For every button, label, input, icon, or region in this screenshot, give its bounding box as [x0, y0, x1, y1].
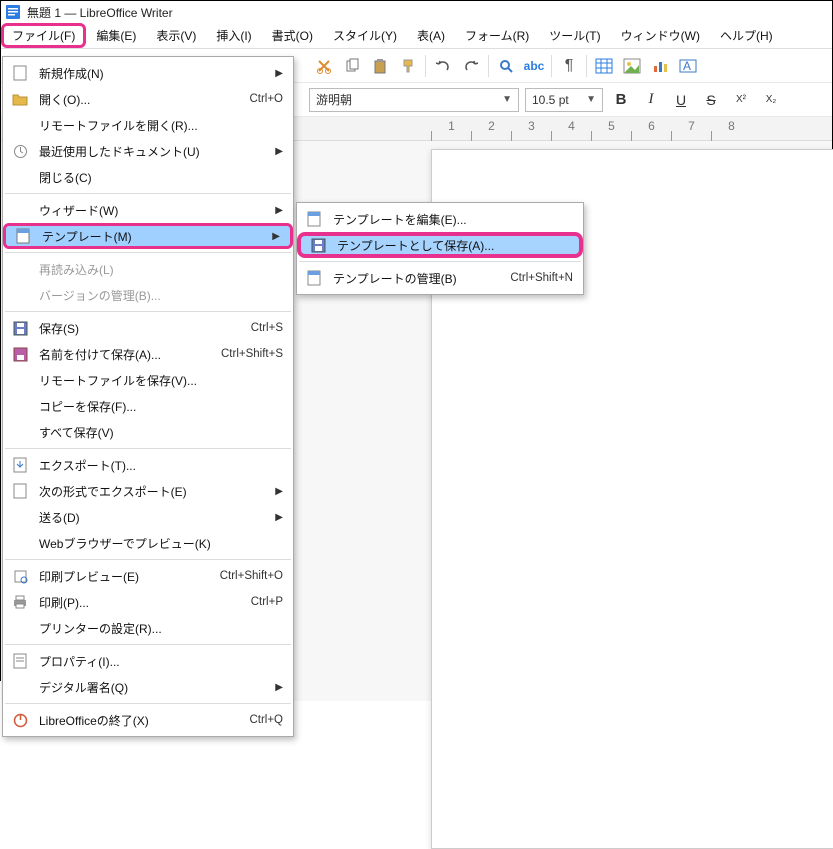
- bold-button[interactable]: B: [609, 88, 633, 112]
- svg-text:A: A: [683, 59, 691, 73]
- copy-icon[interactable]: [341, 55, 363, 77]
- menu-window[interactable]: ウィンドウ(W): [611, 24, 710, 47]
- menu-item-templates[interactable]: テンプレート(M) ▶: [3, 223, 293, 249]
- save-icon: [11, 319, 29, 337]
- menu-item-remote-open[interactable]: リモートファイルを開く(R)...: [3, 112, 293, 138]
- menu-item-recent[interactable]: 最近使用したドキュメント(U) ▶: [3, 138, 293, 164]
- menu-item-versions: バージョンの管理(B)...: [3, 282, 293, 308]
- menu-item-export[interactable]: エクスポート(T)...: [3, 452, 293, 478]
- italic-button[interactable]: I: [639, 88, 663, 112]
- horizontal-ruler[interactable]: 1 2 3 4 5 6 7 8: [431, 117, 832, 141]
- submenu-item-manage-templates[interactable]: テンプレートの管理(B) Ctrl+Shift+N: [297, 265, 583, 291]
- chevron-right-icon: ▶: [275, 205, 283, 216]
- menu-edit[interactable]: 編集(E): [86, 24, 146, 47]
- folder-open-icon: [11, 90, 29, 108]
- template-icon: [14, 227, 32, 245]
- menu-item-save[interactable]: 保存(S) Ctrl+S: [3, 315, 293, 341]
- menu-item-open[interactable]: 開く(O)... Ctrl+O: [3, 86, 293, 112]
- superscript-button[interactable]: X²: [729, 88, 753, 112]
- menu-item-reload: 再読み込み(L): [3, 256, 293, 282]
- menu-item-save-as[interactable]: 名前を付けて保存(A)... Ctrl+Shift+S: [3, 341, 293, 367]
- font-size-value: 10.5 pt: [532, 93, 569, 107]
- menu-item-new[interactable]: 新規作成(N) ▶: [3, 60, 293, 86]
- templates-submenu: テンプレートを編集(E)... テンプレートとして保存(A)... テンプレート…: [296, 202, 584, 295]
- menu-item-print-preview[interactable]: 印刷プレビュー(E) Ctrl+Shift+O: [3, 563, 293, 589]
- export-as-icon: [11, 482, 29, 500]
- printer-icon: [11, 593, 29, 611]
- submenu-item-save-as-template[interactable]: テンプレートとして保存(A)...: [297, 232, 583, 258]
- chevron-down-icon: ▼: [586, 94, 596, 105]
- clone-format-icon[interactable]: [397, 55, 419, 77]
- menu-item-printer-settings[interactable]: プリンターの設定(R)...: [3, 615, 293, 641]
- menu-item-export-as[interactable]: 次の形式でエクスポート(E) ▶: [3, 478, 293, 504]
- nonprinting-icon[interactable]: ¶: [558, 55, 580, 77]
- menu-item-remote-save[interactable]: リモートファイルを保存(V)...: [3, 367, 293, 393]
- undo-icon[interactable]: [432, 55, 454, 77]
- file-dropdown-menu: 新規作成(N) ▶ 開く(O)... Ctrl+O リモートファイルを開く(R)…: [2, 56, 294, 737]
- menu-item-print[interactable]: 印刷(P)... Ctrl+P: [3, 589, 293, 615]
- menu-item-send[interactable]: 送る(D) ▶: [3, 504, 293, 530]
- menu-table[interactable]: 表(A): [407, 24, 455, 47]
- textbox-icon[interactable]: A: [677, 55, 699, 77]
- chevron-right-icon: ▶: [275, 682, 283, 693]
- menu-insert[interactable]: 挿入(I): [206, 24, 261, 47]
- chevron-right-icon: ▶: [272, 231, 280, 242]
- menu-item-save-all[interactable]: すべて保存(V): [3, 419, 293, 445]
- menu-item-digital-signature[interactable]: デジタル署名(Q) ▶: [3, 674, 293, 700]
- export-icon: [11, 456, 29, 474]
- subscript-button[interactable]: X₂: [759, 88, 783, 112]
- menu-bar: ファイル(F) 編集(E) 表示(V) 挿入(I) 書式(O) スタイル(Y) …: [1, 23, 832, 49]
- chevron-right-icon: ▶: [275, 486, 283, 497]
- cut-icon[interactable]: [313, 55, 335, 77]
- paste-icon[interactable]: [369, 55, 391, 77]
- document-icon: [5, 4, 21, 20]
- font-size-combo[interactable]: 10.5 pt ▼: [525, 88, 603, 112]
- exit-icon: [11, 711, 29, 729]
- font-name-value: 游明朝: [316, 91, 352, 108]
- table-insert-icon[interactable]: [593, 55, 615, 77]
- menu-tools[interactable]: ツール(T): [539, 24, 610, 47]
- redo-icon[interactable]: [460, 55, 482, 77]
- edit-template-icon: [305, 210, 323, 228]
- manage-template-icon: [305, 269, 323, 287]
- image-insert-icon[interactable]: [621, 55, 643, 77]
- properties-icon: [11, 652, 29, 670]
- menu-item-close[interactable]: 閉じる(C): [3, 164, 293, 190]
- menu-item-wizard[interactable]: ウィザード(W) ▶: [3, 197, 293, 223]
- chevron-right-icon: ▶: [275, 68, 283, 79]
- menu-style[interactable]: スタイル(Y): [323, 24, 407, 47]
- menu-item-web-preview[interactable]: Webブラウザーでプレビュー(K): [3, 530, 293, 556]
- menu-item-properties[interactable]: プロパティ(I)...: [3, 648, 293, 674]
- strikethrough-button[interactable]: S: [699, 88, 723, 112]
- window-title: 無題 1 — LibreOffice Writer: [27, 4, 173, 21]
- find-icon[interactable]: [495, 55, 517, 77]
- title-bar: 無題 1 — LibreOffice Writer: [1, 1, 832, 23]
- clock-icon: [11, 142, 29, 160]
- menu-view[interactable]: 表示(V): [146, 24, 206, 47]
- save-template-icon: [309, 236, 327, 254]
- underline-button[interactable]: U: [669, 88, 693, 112]
- menu-item-exit[interactable]: LibreOfficeの終了(X) Ctrl+Q: [3, 707, 293, 733]
- chevron-right-icon: ▶: [275, 512, 283, 523]
- chart-insert-icon[interactable]: [649, 55, 671, 77]
- save-as-icon: [11, 345, 29, 363]
- menu-form[interactable]: フォーム(R): [455, 24, 539, 47]
- menu-format[interactable]: 書式(O): [262, 24, 323, 47]
- chevron-down-icon: ▼: [502, 94, 512, 105]
- menu-help[interactable]: ヘルプ(H): [710, 24, 783, 47]
- menu-item-save-copy[interactable]: コピーを保存(F)...: [3, 393, 293, 419]
- print-preview-icon: [11, 567, 29, 585]
- chevron-right-icon: ▶: [275, 146, 283, 157]
- submenu-item-edit-template[interactable]: テンプレートを編集(E)...: [297, 206, 583, 232]
- font-name-combo[interactable]: 游明朝 ▼: [309, 88, 519, 112]
- spellcheck-icon[interactable]: abc: [523, 55, 545, 77]
- menu-file[interactable]: ファイル(F): [1, 23, 86, 48]
- new-doc-icon: [11, 64, 29, 82]
